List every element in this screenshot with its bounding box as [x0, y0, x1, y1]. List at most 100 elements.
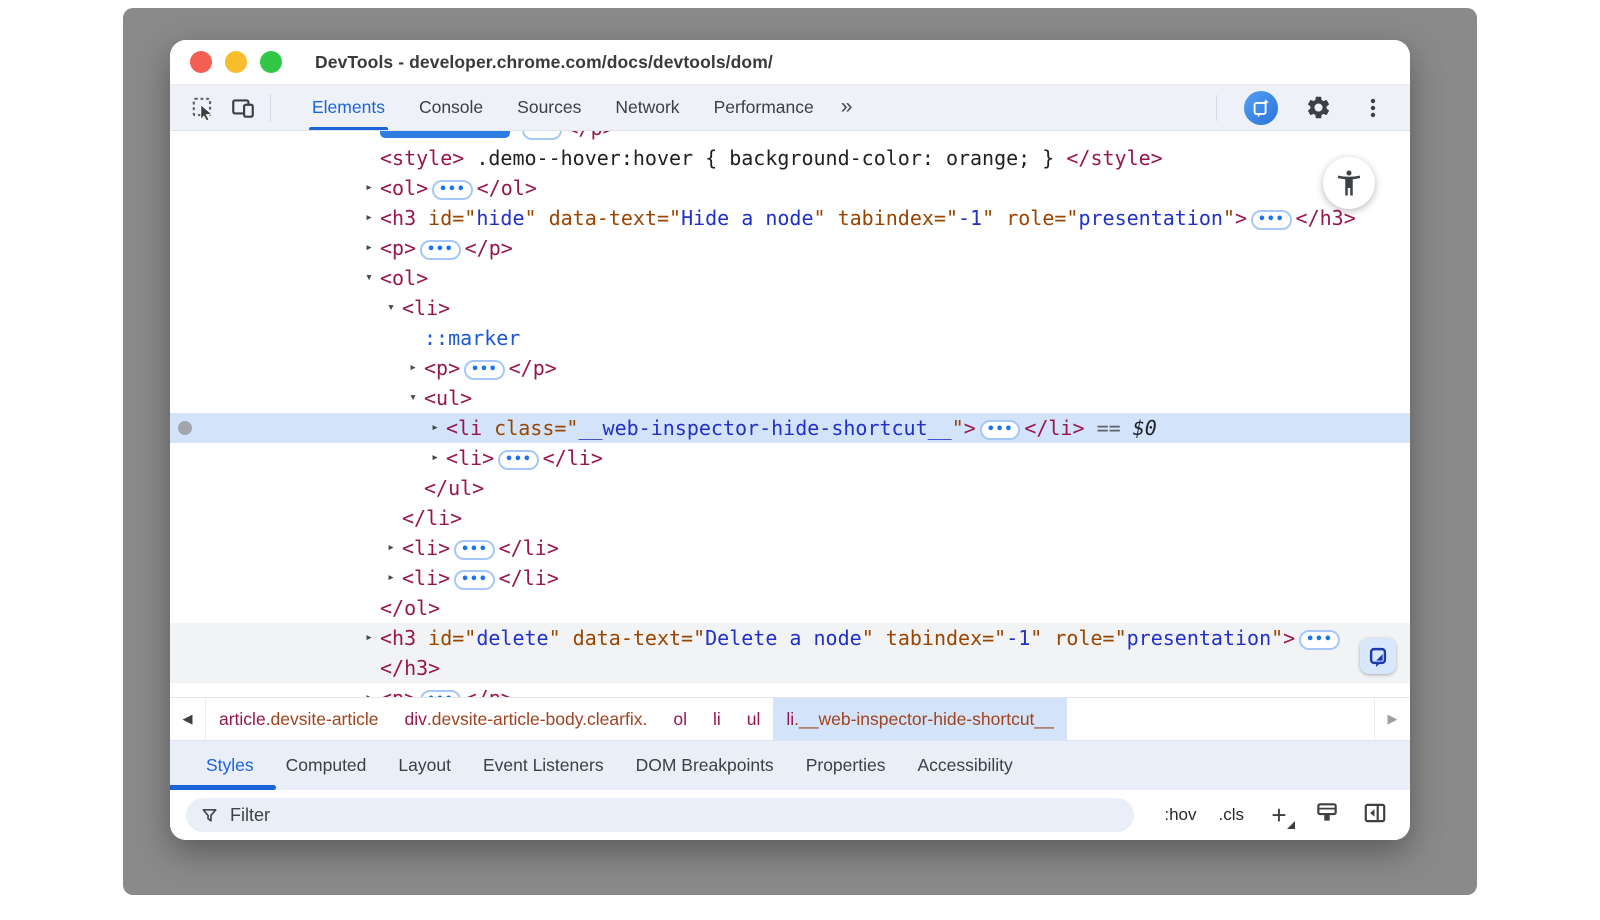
breadcrumb-item[interactable]: li — [700, 698, 734, 740]
dom-tree-row[interactable]: ▸<h3 id="hide" data-text="Hide a node" t… — [170, 203, 1410, 233]
dom-tree-row[interactable]: ▸<li>•••</li> — [170, 533, 1410, 563]
code-segment: .demo--hover:hover { background-color: o… — [464, 146, 1066, 170]
tab-performance[interactable]: Performance — [697, 85, 831, 130]
more-tabs-icon[interactable]: » — [831, 95, 861, 119]
expand-arrow-icon[interactable]: ▸ — [382, 533, 400, 563]
expand-arrow-icon[interactable]: ▸ — [360, 233, 378, 263]
code-segment: ::marker — [424, 326, 520, 350]
expand-arrow-icon[interactable]: ▸ — [360, 203, 378, 233]
code-segment: Hide a node — [681, 206, 813, 230]
rendering-emulation-icon[interactable] — [1314, 800, 1340, 831]
collapse-arrow-icon[interactable]: ▾ — [382, 293, 400, 323]
breadcrumb-item[interactable]: article.devsite-article — [206, 698, 392, 740]
collapse-arrow-icon[interactable]: ▾ — [404, 383, 422, 413]
expand-arrow-icon[interactable]: ▸ — [426, 443, 444, 473]
dom-tree-row[interactable]: ▸<p>•••</p> — [170, 353, 1410, 383]
tab-console[interactable]: Console — [402, 85, 500, 130]
dom-tree-row[interactable]: </li> — [170, 503, 1410, 533]
breadcrumb-segment: .devsite-article-body.clearfix. — [427, 709, 647, 730]
expand-arrow-icon[interactable]: ▸ — [360, 683, 378, 697]
minimize-window-button[interactable] — [225, 51, 247, 73]
breadcrumb-segment: div — [405, 709, 427, 730]
breadcrumb-item[interactable]: li.__web-inspector-hide-shortcut__ — [773, 698, 1067, 740]
toggle-hover-state-button[interactable]: :hov — [1164, 805, 1196, 825]
zoom-window-button[interactable] — [260, 51, 282, 73]
expand-ellipsis-pill[interactable]: ••• — [464, 360, 504, 380]
expand-ellipsis-pill[interactable]: ••• — [454, 570, 494, 590]
sidebar-tab-bar: StylesComputedLayoutEvent ListenersDOM B… — [170, 740, 1410, 790]
sidebar-tab-computed[interactable]: Computed — [270, 741, 383, 790]
code-segment: <style> — [380, 146, 464, 170]
dom-tree-row[interactable]: ▸<li>•••</li> — [170, 443, 1410, 473]
dom-tree-row[interactable]: ▸<p>•••</p> — [170, 233, 1410, 263]
expand-arrow-icon[interactable]: ▸ — [404, 353, 422, 383]
accessibility-overlay-button[interactable] — [1323, 157, 1375, 209]
collapse-arrow-icon[interactable]: ▾ — [360, 263, 378, 293]
dom-tree-row[interactable]: </h3> — [170, 653, 1410, 683]
expand-arrow-icon[interactable]: ▸ — [426, 413, 444, 443]
expand-arrow-icon[interactable]: ▸ — [360, 623, 378, 653]
dom-tree-row[interactable]: ::marker — [170, 323, 1410, 353]
inspect-element-icon[interactable] — [188, 93, 218, 123]
expand-ellipsis-pill[interactable]: ••• — [420, 240, 460, 260]
dom-tree-row[interactable]: ▸<ol>•••</ol> — [170, 173, 1410, 203]
expand-ellipsis-pill[interactable]: ••• — [980, 420, 1020, 440]
sidebar-tab-layout[interactable]: Layout — [382, 741, 467, 790]
breadcrumb-scroll-right-icon[interactable]: ▶ — [1374, 698, 1410, 740]
expand-ellipsis-pill[interactable]: ••• — [1251, 210, 1291, 230]
expand-ellipsis-pill[interactable]: ••• — [432, 180, 472, 200]
expand-ellipsis-pill[interactable]: ••• — [1299, 630, 1339, 650]
sidebar-tab-accessibility[interactable]: Accessibility — [901, 741, 1028, 790]
expand-arrow-icon[interactable]: ▸ — [382, 563, 400, 593]
styles-filter-input[interactable]: Filter — [186, 798, 1134, 832]
code-segment: <li> — [402, 296, 450, 320]
dom-tree-row[interactable]: ▸<li class="__web-inspector-hide-shortcu… — [170, 413, 1410, 443]
tab-sources[interactable]: Sources — [500, 85, 598, 130]
breadcrumb-item[interactable]: ul — [734, 698, 774, 740]
breadcrumb-item[interactable]: ol — [660, 698, 700, 740]
code-segment: role=" — [1042, 626, 1126, 650]
dom-tree-row[interactable]: ▸<p>•••</p> — [170, 683, 1410, 697]
toggle-class-button[interactable]: .cls — [1219, 805, 1245, 825]
tab-elements[interactable]: Elements — [295, 85, 402, 130]
dom-tree-row[interactable]: ••• </p> — [170, 131, 1410, 143]
sidebar-tab-event-listeners[interactable]: Event Listeners — [467, 741, 620, 790]
code-segment: <p> — [424, 356, 460, 380]
expand-ellipsis-pill[interactable]: ••• — [420, 690, 460, 697]
settings-gear-icon[interactable] — [1303, 93, 1333, 123]
dom-tree-row[interactable]: ▾<ul> — [170, 383, 1410, 413]
code-segment: </p> — [566, 131, 614, 140]
code-segment: <ul> — [424, 386, 472, 410]
new-style-rule-button[interactable]: + — [1266, 802, 1292, 828]
code-segment: __web-inspector-hide-shortcut__ — [578, 416, 951, 440]
tab-network[interactable]: Network — [598, 85, 696, 130]
expand-ellipsis-pill[interactable]: ••• — [454, 540, 494, 560]
code-segment: " — [549, 626, 561, 650]
dom-tree-row[interactable]: ▾<ol> — [170, 263, 1410, 293]
code-segment: </p> — [465, 686, 513, 697]
dom-tree-row[interactable]: <style> .demo--hover:hover { background-… — [170, 143, 1410, 173]
kebab-menu-icon[interactable] — [1358, 93, 1388, 123]
dom-tree-row[interactable]: </ol> — [170, 593, 1410, 623]
breadcrumb-scroll-left-icon[interactable]: ◀ — [170, 698, 206, 740]
sidebar-tab-dom-breakpoints[interactable]: DOM Breakpoints — [620, 741, 790, 790]
toggle-sidebar-icon[interactable] — [1362, 800, 1388, 831]
breadcrumb-item[interactable]: div.devsite-article-body.clearfix. — [392, 698, 661, 740]
sidebar-tab-properties[interactable]: Properties — [790, 741, 902, 790]
dom-tree-row[interactable]: </ul> — [170, 473, 1410, 503]
code-segment: </li> — [402, 506, 462, 530]
expand-ellipsis-pill[interactable]: ••• — [522, 131, 562, 140]
dom-tree-row[interactable]: ▸<li>•••</li> — [170, 563, 1410, 593]
device-toolbar-icon[interactable] — [228, 93, 258, 123]
dom-tree-row[interactable]: ▾<li> — [170, 293, 1410, 323]
sidebar-tab-styles[interactable]: Styles — [190, 741, 270, 790]
expand-arrow-icon[interactable]: ▸ — [360, 173, 378, 203]
scroll-into-view-adorner[interactable] — [1360, 638, 1396, 674]
breadcrumb-segment: .devsite-article — [266, 709, 379, 730]
dom-breadcrumb-bar: ◀ article.devsite-articlediv.devsite-art… — [170, 697, 1410, 740]
expand-ellipsis-pill[interactable]: ••• — [498, 450, 538, 470]
dom-tree-row[interactable]: ▸<h3 id="delete" data-text="Delete a nod… — [170, 623, 1410, 653]
ai-assistance-icon[interactable] — [1244, 91, 1278, 125]
close-window-button[interactable] — [190, 51, 212, 73]
window-title: DevTools - developer.chrome.com/docs/dev… — [315, 52, 773, 73]
